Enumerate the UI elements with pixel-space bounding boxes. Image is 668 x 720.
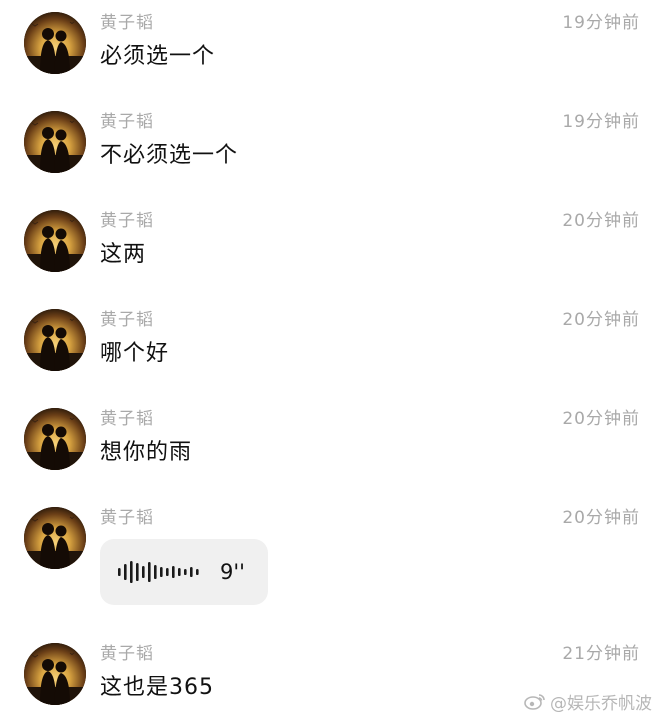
avatar[interactable] (24, 507, 86, 569)
avatar[interactable] (24, 111, 86, 173)
sender-name[interactable]: 黄子韬 (100, 210, 154, 232)
message-time: 20分钟前 (562, 508, 640, 528)
sender-name[interactable]: 黄子韬 (100, 408, 154, 430)
message-text: 必须选一个 (100, 44, 216, 69)
watermark: @娱乐乔帆波 (524, 688, 652, 714)
sender-name[interactable]: 黄子韬 (100, 643, 154, 665)
avatar[interactable] (24, 12, 86, 74)
voice-duration: 9'' (220, 560, 245, 584)
voice-message-bubble[interactable]: 9'' (100, 539, 268, 605)
message-item: 黄子韬 19分钟前 必须选一个 (0, 12, 668, 92)
message-text: 想你的雨 (100, 440, 193, 465)
sender-name[interactable]: 黄子韬 (100, 111, 154, 133)
message-text: 不必须选一个 (100, 143, 239, 168)
message-text: 哪个好 (100, 341, 170, 366)
avatar[interactable] (24, 210, 86, 272)
message-time: 21分钟前 (562, 644, 640, 664)
voice-waveform-icon (118, 560, 202, 584)
weibo-logo-icon (524, 692, 546, 710)
message-time: 20分钟前 (562, 310, 640, 330)
message-time: 20分钟前 (562, 409, 640, 429)
avatar[interactable] (24, 643, 86, 705)
watermark-text: @娱乐乔帆波 (550, 693, 652, 714)
message-text: 这两 (100, 242, 147, 267)
sender-name[interactable]: 黄子韬 (100, 309, 154, 331)
sender-name[interactable]: 黄子韬 (100, 507, 154, 529)
avatar[interactable] (24, 309, 86, 371)
message-item: 黄子韬 20分钟前 哪个好 (0, 309, 668, 389)
message-item: 黄子韬 20分钟前 9'' (0, 507, 668, 607)
message-time: 19分钟前 (562, 112, 640, 132)
message-time: 19分钟前 (562, 13, 640, 33)
message-item: 黄子韬 19分钟前 不必须选一个 (0, 111, 668, 191)
message-text: 这也是365 (100, 675, 214, 700)
message-item: 黄子韬 20分钟前 想你的雨 (0, 408, 668, 488)
message-item: 黄子韬 20分钟前 这两 (0, 210, 668, 290)
avatar[interactable] (24, 408, 86, 470)
sender-name[interactable]: 黄子韬 (100, 12, 154, 34)
message-time: 20分钟前 (562, 211, 640, 231)
